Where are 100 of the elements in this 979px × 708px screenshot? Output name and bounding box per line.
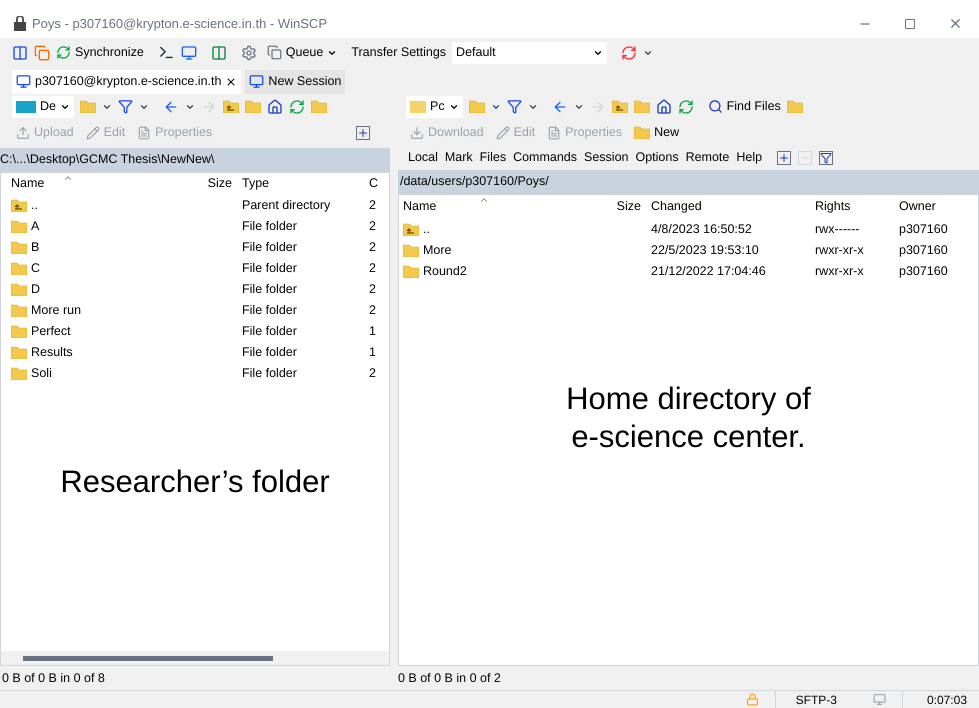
scrollbar[interactable] — [1, 651, 389, 666]
table-cell-text: Parent directory — [241, 196, 332, 214]
table-cell-text: rwxr-xr-x — [814, 262, 865, 280]
table-cell-text: 1 — [369, 322, 377, 340]
path-bar: C:\...\Desktop\GCMC Thesis\NewNew\ — [0, 148, 390, 172]
folder-icon — [11, 304, 27, 317]
table-cell-text: 2 — [369, 280, 377, 298]
file-name[interactable]: More — [399, 240, 569, 260]
table-cell-text: 2 — [369, 364, 377, 382]
refresh-icon[interactable] — [288, 98, 305, 115]
maximize-icon[interactable] — [904, 18, 916, 30]
synchronize-button[interactable]: Synchronize — [56, 43, 144, 62]
table-cell-text: 2 — [369, 260, 377, 277]
download-icon — [410, 126, 424, 140]
menu-item[interactable]: Local — [408, 148, 438, 168]
home-icon[interactable] — [266, 98, 283, 115]
folder-icon — [11, 240, 27, 254]
annotation: e-science center. — [571, 418, 806, 456]
parent-folder-icon — [612, 100, 628, 114]
pencil-icon — [86, 126, 100, 140]
compare-icon[interactable] — [12, 44, 28, 61]
file-name[interactable]: More run — [1, 300, 159, 320]
folder-icon — [634, 126, 650, 140]
filter-icon[interactable] — [819, 150, 834, 165]
file-name[interactable]: Results — [1, 342, 159, 362]
app-icon — [12, 16, 28, 32]
queue-icon — [266, 45, 282, 60]
column-header[interactable]: Name — [399, 194, 569, 219]
column-header[interactable]: Rights — [811, 194, 895, 219]
file-name[interactable]: Round2 — [399, 262, 569, 281]
add-icon[interactable] — [356, 126, 370, 140]
file-name[interactable]: Soli — [1, 364, 159, 383]
monitor-icon[interactable] — [180, 44, 197, 61]
back-icon[interactable] — [162, 98, 179, 115]
document-icon — [137, 126, 152, 140]
annotation: Researcher’s folder — [60, 463, 330, 502]
folder-icon — [786, 100, 803, 114]
monitor-icon — [249, 74, 264, 90]
filter-icon[interactable] — [506, 99, 522, 114]
upload-icon — [16, 126, 30, 140]
table-cell-text: 21/12/2022 17:04:46 — [650, 262, 767, 280]
drive-dropdown[interactable]: De — [12, 96, 74, 118]
table-cell-text: File folder — [241, 260, 298, 277]
file-name[interactable]: .. — [399, 220, 569, 239]
table-cell-text: 22/5/2023 19:53:10 — [650, 242, 760, 259]
menu-item[interactable]: Mark — [444, 148, 473, 168]
column-header[interactable]: Size — [569, 194, 645, 219]
table-cell-text: 2 — [369, 196, 377, 214]
column-header[interactable]: C — [369, 172, 381, 195]
selection-status: 0 B of 0 B in 0 of 2 — [398, 670, 501, 687]
file-name[interactable]: B — [1, 238, 159, 257]
lock-icon — [746, 693, 759, 706]
monitor-icon — [872, 693, 886, 706]
refresh-icon[interactable] — [678, 98, 694, 115]
table-cell-text: p307160 — [898, 262, 949, 280]
table-cell-text: 2 — [369, 238, 377, 256]
session-time: 0:07:03 — [902, 690, 979, 708]
menu-item[interactable]: Commands — [513, 148, 577, 168]
folder-icon — [468, 100, 485, 114]
queue-button[interactable]: Queue — [266, 43, 338, 62]
transfer-settings-dropdown[interactable]: Default — [452, 42, 608, 64]
settings-icon[interactable] — [240, 44, 257, 61]
toolbar-button[interactable]: New — [630, 122, 684, 144]
column-header[interactable]: Changed — [645, 194, 811, 219]
menu-item[interactable]: Files — [480, 148, 506, 168]
file-name[interactable]: Perfect — [1, 322, 159, 341]
menu-item[interactable]: Help — [736, 148, 762, 168]
parent-folder-icon — [11, 198, 27, 212]
add-icon[interactable] — [777, 150, 792, 165]
table-cell-text: 2 — [369, 302, 377, 319]
back-icon[interactable] — [552, 98, 568, 115]
parent-folder-icon — [403, 222, 419, 236]
file-name[interactable]: C — [1, 258, 159, 278]
session-tab[interactable]: p307160@krypton.e-science.in.th — [12, 70, 242, 94]
folder-icon — [244, 100, 261, 114]
menu-item[interactable]: Options — [635, 148, 679, 168]
sync-icon — [56, 45, 71, 60]
column-header[interactable]: Size — [159, 172, 236, 195]
file-name[interactable]: D — [1, 280, 159, 299]
table-cell-text: File folder — [241, 280, 298, 298]
filter-icon[interactable] — [118, 99, 133, 114]
table-cell-text: File folder — [241, 344, 298, 361]
file-name[interactable]: A — [1, 216, 159, 236]
find-files-button[interactable]: Find Files — [708, 97, 781, 116]
copy-icon[interactable] — [34, 44, 50, 61]
column-header[interactable]: Name — [1, 172, 159, 195]
menu-item[interactable]: Session — [584, 148, 628, 168]
window-title: Poys - p307160@krypton.e-science.in.th - WinSCP — [32, 15, 327, 34]
table-cell-text: File folder — [241, 364, 298, 382]
column-header[interactable]: Owner — [895, 194, 965, 219]
home-icon[interactable] — [656, 98, 672, 115]
folder-icon — [634, 100, 650, 114]
file-name[interactable]: .. — [1, 196, 159, 215]
window-icon[interactable] — [210, 44, 227, 61]
menu-item[interactable]: Remote — [686, 148, 730, 168]
table-cell-text: File folder — [241, 322, 298, 340]
drive-dropdown[interactable]: Pc — [406, 96, 463, 118]
session-tab[interactable]: New Session — [245, 70, 346, 94]
close-tab-icon[interactable] — [225, 76, 238, 88]
column-header[interactable]: Type — [236, 172, 369, 195]
